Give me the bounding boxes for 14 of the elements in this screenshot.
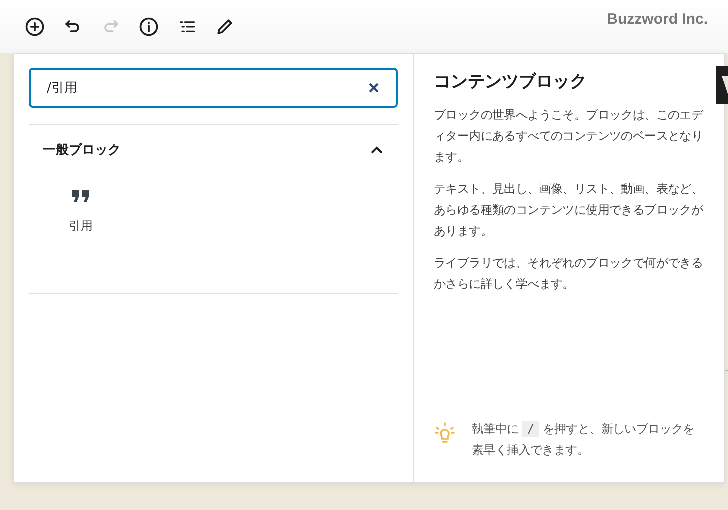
info-icon — [138, 16, 160, 38]
category-header[interactable]: 一般ブロック — [29, 125, 398, 159]
description-text: テキスト、見出し、画像、リスト、動画、表など、あらゆる種類のコンテンツに使用できるブロックがあります。 — [434, 181, 704, 240]
lightbulb-icon — [434, 422, 456, 444]
close-icon[interactable] — [368, 82, 380, 94]
block-item[interactable]: 引用 — [69, 189, 93, 235]
description-text: ブロックの世界へようこそ。ブロックは、このエディター内にあるすべてのコンテンツのベースとなります。 — [434, 107, 704, 166]
preview-title: コンテンツブロック — [434, 71, 588, 93]
quote-icon — [71, 189, 91, 203]
site-title: Buzzword Inc. — [607, 11, 708, 28]
description-text: ライブラリでは、それぞれのブロックで何ができるかさらに詳しく学べます。 — [434, 255, 704, 293]
tip-text: 執筆中に / を押すと、新しいブロックを素早く挿入できます。 — [472, 420, 696, 459]
plus-circle-icon — [24, 16, 46, 38]
search-field[interactable]: /引用 — [29, 68, 398, 108]
